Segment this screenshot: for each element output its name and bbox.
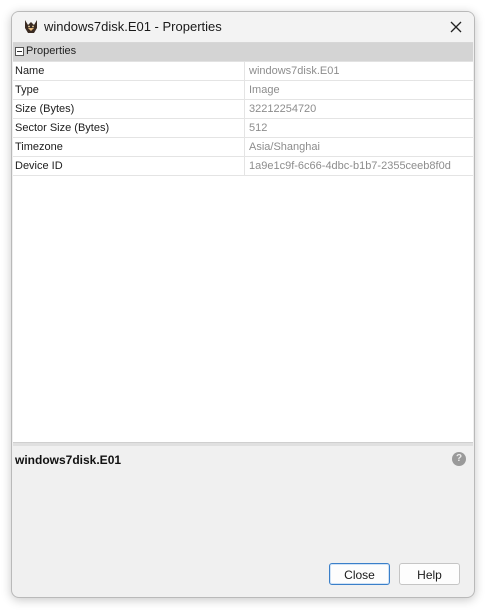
property-row-device-id[interactable]: Device ID 1a9e1c9f-6c66-4dbc-b1b7-2355ce… [13,157,473,176]
property-key: Type [13,81,245,99]
close-icon[interactable] [444,15,468,39]
property-key: Name [13,62,245,80]
property-row-name[interactable]: Name windows7disk.E01 [13,62,473,81]
pane-splitter[interactable] [13,442,473,446]
property-value[interactable]: 512 [245,119,473,137]
property-value[interactable]: windows7disk.E01 [245,62,473,80]
help-button[interactable]: Help [399,563,460,585]
title-bar[interactable]: windows7disk.E01 - Properties [12,12,474,42]
property-key: Device ID [13,157,245,175]
section-label: Properties [26,45,77,57]
properties-section-header[interactable]: Properties [13,43,473,62]
property-row-sector-size[interactable]: Sector Size (Bytes) 512 [13,119,473,138]
property-row-type[interactable]: Type Image [13,81,473,100]
property-value[interactable]: 1a9e1c9f-6c66-4dbc-b1b7-2355ceeb8f0d [245,157,473,175]
close-button[interactable]: Close [329,563,390,585]
description-title: windows7disk.E01 [15,453,122,467]
autopsy-dog-icon [25,20,37,33]
property-row-timezone[interactable]: Timezone Asia/Shanghai [13,138,473,157]
property-value[interactable]: Image [245,81,473,99]
window-title: windows7disk.E01 - Properties [44,19,222,34]
properties-dialog: windows7disk.E01 - Properties Properties… [11,11,475,598]
property-key: Timezone [13,138,245,156]
property-value[interactable]: 32212254720 [245,100,473,118]
property-sheet: Properties Name windows7disk.E01 Type Im… [13,42,473,443]
property-key: Sector Size (Bytes) [13,119,245,137]
help-icon[interactable]: ? [452,452,466,466]
property-row-size[interactable]: Size (Bytes) 32212254720 [13,100,473,119]
collapse-minus-icon[interactable] [15,47,24,56]
property-key: Size (Bytes) [13,100,245,118]
property-value[interactable]: Asia/Shanghai [245,138,473,156]
